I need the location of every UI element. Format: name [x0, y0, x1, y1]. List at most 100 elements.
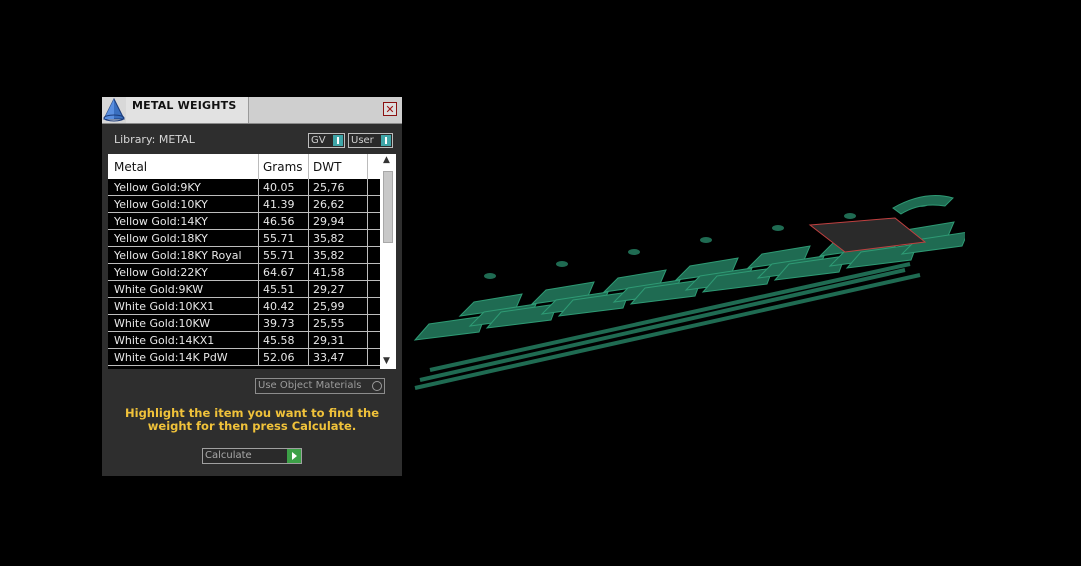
- column-divider: [258, 247, 259, 263]
- column-divider: [367, 332, 368, 348]
- column-divider: [308, 213, 309, 229]
- column-divider: [258, 196, 259, 212]
- metal-name-cell: White Gold:10KW: [114, 317, 211, 330]
- model-top-piece: [700, 237, 712, 243]
- user-library-button[interactable]: User: [348, 133, 393, 148]
- grams-cell: 40.05: [263, 181, 295, 194]
- column-divider: [308, 281, 309, 297]
- table-row[interactable]: Yellow Gold:14KY 46.56 29,94: [108, 213, 380, 230]
- use-object-materials-toggle[interactable]: Use Object Materials: [255, 378, 385, 394]
- column-header-grams[interactable]: Grams: [263, 160, 303, 174]
- title-bar[interactable]: METAL WEIGHTS ✕: [102, 97, 402, 124]
- model-top-piece: [628, 249, 640, 255]
- column-divider: [308, 332, 309, 348]
- user-button-label: User: [351, 135, 374, 146]
- column-divider: [308, 349, 309, 365]
- metal-name-cell: Yellow Gold:18KY Royal: [114, 249, 242, 262]
- dwt-cell: 25,55: [313, 317, 345, 330]
- metal-name-cell: White Gold:9KW: [114, 283, 204, 296]
- column-divider: [258, 298, 259, 314]
- metal-name-cell: Yellow Gold:10KY: [114, 198, 208, 211]
- calculate-button[interactable]: Calculate: [202, 448, 302, 464]
- column-divider: [308, 247, 309, 263]
- metal-name-cell: Yellow Gold:14KY: [114, 215, 208, 228]
- instruction-text: Highlight the item you want to find the …: [125, 406, 379, 433]
- metal-name-cell: Yellow Gold:9KY: [114, 181, 201, 194]
- column-divider: [308, 196, 309, 212]
- gv-library-button[interactable]: GV: [308, 133, 345, 148]
- column-divider: [367, 213, 368, 229]
- dwt-cell: 25,76: [313, 181, 345, 194]
- table-row[interactable]: White Gold:14K PdW 52.06 33,47: [108, 349, 380, 366]
- table-row[interactable]: White Gold:14KX1 45.58 29,31: [108, 332, 380, 349]
- table-row[interactable]: White Gold:9KW 45.51 29,27: [108, 281, 380, 298]
- window-title: METAL WEIGHTS: [132, 99, 237, 112]
- column-divider: [367, 196, 368, 212]
- column-divider: [258, 213, 259, 229]
- column-divider: [367, 230, 368, 246]
- table-row[interactable]: Yellow Gold:9KY 40.05 25,76: [108, 179, 380, 196]
- column-divider: [258, 179, 259, 195]
- metal-name-cell: Yellow Gold:22KY: [114, 266, 208, 279]
- column-divider: [258, 315, 259, 331]
- radio-ring-icon: [372, 381, 382, 391]
- scroll-thumb[interactable]: [383, 171, 393, 243]
- model-top-piece: [772, 225, 784, 231]
- scroll-up-icon[interactable]: ▲: [383, 155, 390, 165]
- column-divider: [258, 264, 259, 280]
- metal-table: Metal Grams DWT Yellow Gold:9KY 40.05 25,7…: [108, 154, 396, 369]
- grams-cell: 41.39: [263, 198, 295, 211]
- column-divider: [367, 281, 368, 297]
- column-divider: [258, 154, 259, 179]
- use-object-materials-label: Use Object Materials: [258, 380, 362, 391]
- play-arrow-icon[interactable]: [287, 449, 301, 463]
- column-divider: [367, 315, 368, 331]
- model-top-piece: [484, 273, 496, 279]
- toggle-indicator-icon: [381, 135, 391, 146]
- column-divider: [258, 349, 259, 365]
- ring-parts-3d-model[interactable]: [405, 180, 965, 400]
- dwt-cell: 29,94: [313, 215, 345, 228]
- column-divider: [367, 264, 368, 280]
- metal-name-cell: White Gold:14KX1: [114, 334, 215, 347]
- table-row[interactable]: Yellow Gold:18KY 55.71 35,82: [108, 230, 380, 247]
- metal-name-cell: Yellow Gold:18KY: [114, 232, 208, 245]
- scroll-down-icon[interactable]: ▼: [383, 356, 390, 366]
- model-block: [413, 315, 486, 341]
- grams-cell: 45.51: [263, 283, 295, 296]
- column-header-metal[interactable]: Metal: [114, 160, 147, 174]
- table-row[interactable]: Yellow Gold:10KY 41.39 26,62: [108, 196, 380, 213]
- dwt-cell: 41,58: [313, 266, 345, 279]
- grams-cell: 40.42: [263, 300, 295, 313]
- library-label: Library: METAL: [114, 133, 195, 146]
- dwt-cell: 35,82: [313, 232, 345, 245]
- model-top-piece: [844, 213, 856, 219]
- grams-cell: 52.06: [263, 351, 295, 364]
- dwt-cell: 35,82: [313, 249, 345, 262]
- table-row[interactable]: White Gold:10KX1 40.42 25,99: [108, 298, 380, 315]
- grams-cell: 64.67: [263, 266, 295, 279]
- close-icon[interactable]: ✕: [383, 102, 397, 116]
- model-top-piece: [556, 261, 568, 267]
- grams-cell: 46.56: [263, 215, 295, 228]
- column-divider: [367, 179, 368, 195]
- column-divider: [308, 230, 309, 246]
- column-divider: [308, 264, 309, 280]
- column-divider: [258, 230, 259, 246]
- dwt-cell: 33,47: [313, 351, 345, 364]
- metal-name-cell: White Gold:10KX1: [114, 300, 215, 313]
- table-row[interactable]: White Gold:10KW 39.73 25,55: [108, 315, 380, 332]
- column-divider: [258, 281, 259, 297]
- gv-button-label: GV: [311, 135, 326, 146]
- column-header-dwt[interactable]: DWT: [313, 160, 341, 174]
- column-divider: [308, 179, 309, 195]
- table-row[interactable]: Yellow Gold:18KY Royal 55.71 35,82: [108, 247, 380, 264]
- table-row[interactable]: Yellow Gold:22KY 64.67 41,58: [108, 264, 380, 281]
- column-divider: [308, 315, 309, 331]
- column-divider: [308, 298, 309, 314]
- calculate-label: Calculate: [205, 450, 252, 461]
- grams-cell: 39.73: [263, 317, 295, 330]
- table-scrollbar[interactable]: ▲ ▼: [380, 154, 396, 369]
- dwt-cell: 26,62: [313, 198, 345, 211]
- column-divider: [367, 349, 368, 365]
